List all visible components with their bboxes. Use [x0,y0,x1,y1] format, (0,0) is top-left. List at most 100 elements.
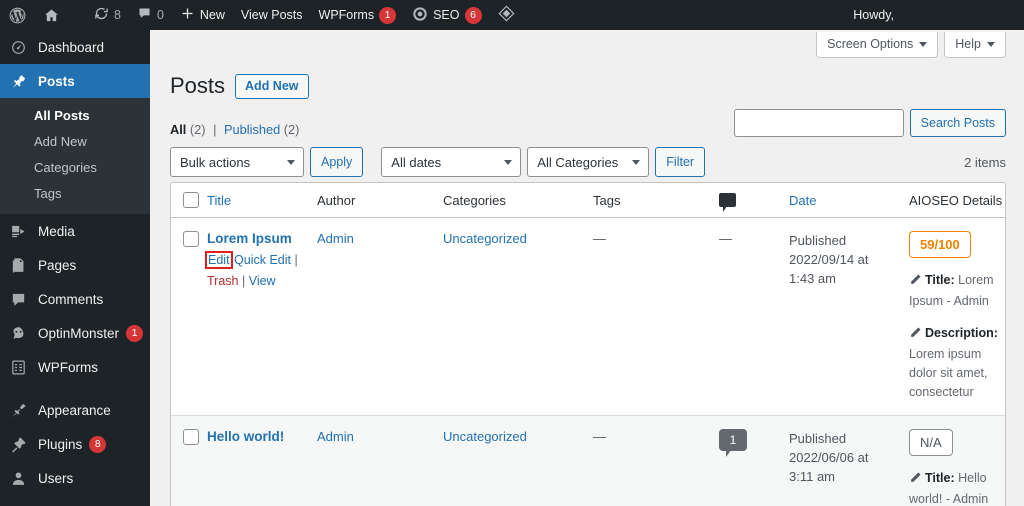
view-link[interactable]: View [249,274,276,288]
add-new-button[interactable]: Add New [235,73,309,99]
sidebar-item-label: Appearance [38,402,111,418]
view-link-published[interactable]: Published [224,122,280,137]
category-link[interactable]: Uncategorized [443,429,527,444]
adminbar-seo-label: SEO [433,8,460,22]
page-title-wrap: Posts Add New [170,72,309,101]
adminbar-seo-menu[interactable]: SEO 6 [404,0,489,30]
items-count: 2 items [964,154,1006,170]
screen-options-label: Screen Options [827,37,914,51]
tags-value: — [593,429,606,444]
apply-button[interactable]: Apply [310,147,364,177]
column-header-title[interactable]: Title [207,183,317,218]
column-header-categories: Categories [443,183,593,218]
howdy-greeting[interactable]: Howdy, [853,0,1024,30]
sidebar-item-label: Pages [38,257,77,273]
quick-edit-link[interactable]: Quick Edit [234,253,291,267]
sidebar-item-dashboard[interactable]: Dashboard [0,30,150,64]
column-header-date-link[interactable]: Date [789,193,816,208]
pencil-icon [909,471,922,490]
column-header-date[interactable]: Date [789,183,899,218]
search-form: Search Posts [733,109,1006,137]
aioseo-icon [412,6,428,25]
tags-value: — [593,231,606,246]
help-button[interactable]: Help [944,32,1006,58]
screen-options-button[interactable]: Screen Options [816,32,939,58]
comment-count-bubble[interactable]: 1 [719,429,747,457]
sidebar-item-media[interactable]: Media [0,214,150,248]
pencil-icon [909,326,922,345]
date-filter-select[interactable]: All dates [381,147,522,177]
row-author-cell: Admin [317,217,443,416]
wordpress-logo-icon [8,6,27,25]
seo-score-badge[interactable]: 59/100 [909,231,971,258]
seo-description-value: Lorem ipsum dolor sit amet, consectetur [909,347,988,399]
author-link[interactable]: Admin [317,429,354,444]
adminbar-comments-link[interactable]: 0 [129,0,172,30]
search-input[interactable] [733,109,904,137]
column-header-aioseo: AIOSEO Details [899,183,1005,218]
sidebar-item-optinmonster[interactable]: OptinMonster 1 [0,316,150,350]
sidebar-item-comments[interactable]: Comments [0,282,150,316]
posts-table: Title Author Categories Tags Date AIOSEO… [171,183,1005,506]
dashboard-icon [10,39,32,56]
seo-title-block: Title: Lorem Ipsum - Admin [909,271,1005,311]
new-content-menu[interactable]: New [172,0,233,30]
seo-description-block: Description: Lorem ipsum dolor sit amet,… [909,324,1005,402]
updates-icon [94,6,109,24]
date-status: Published [789,233,847,248]
bulk-actions-select[interactable]: Bulk actions [170,147,304,177]
row-comments-cell: 1 [719,415,789,506]
sidebar-item-plugins[interactable]: Plugins 8 [0,427,150,461]
users-icon [10,470,32,487]
adminbar-wpforms-menu[interactable]: WPForms 1 [311,0,405,30]
sidebar-item-label: WPForms [38,359,98,375]
sidebar-item-posts[interactable]: Posts [0,64,158,98]
row-author-cell: Admin [317,415,443,506]
plugins-icon [10,436,32,453]
edit-link[interactable]: Edit [208,253,230,267]
column-header-title-link[interactable]: Title [207,193,231,208]
search-posts-button[interactable]: Search Posts [909,109,1006,137]
sidebar-item-add-new-post[interactable]: Add New [0,129,150,155]
sidebar-item-wpforms[interactable]: WPForms [0,350,150,384]
category-filter-select[interactable]: All Categories [527,147,650,177]
sidebar-item-tags[interactable]: Tags [0,181,150,207]
screen-meta-links: Screen Options Help [816,32,1006,58]
wp-logo-menu[interactable] [0,0,35,30]
post-title-link[interactable]: Lorem Ipsum [207,231,292,246]
category-link[interactable]: Uncategorized [443,231,527,246]
sidebar-item-appearance[interactable]: Appearance [0,393,150,427]
sidebar-item-users[interactable]: Users [0,461,150,495]
filter-button[interactable]: Filter [655,147,706,177]
category-filter-value: All Categories [537,154,619,170]
adminbar-extra-menu[interactable] [490,0,523,30]
adminbar-wpforms-badge: 1 [379,6,397,24]
row-checkbox[interactable] [183,429,199,445]
updates-link[interactable]: 8 [86,0,129,30]
sidebar-item-pages[interactable]: Pages [0,248,150,282]
row-select-cell [171,217,207,416]
sidebar-badge-plugins: 8 [89,435,107,453]
date-filter-value: All dates [391,154,442,170]
sidebar-item-all-posts[interactable]: All Posts [0,103,150,129]
sidebar-separator [0,384,150,393]
sidebar-item-categories[interactable]: Categories [0,155,150,181]
select-all-header [171,183,207,218]
site-home-link[interactable] [35,0,68,30]
chevron-down-icon [632,160,641,165]
seo-title-block: Title: Hello world! - Admin [909,469,1005,506]
media-icon [10,223,32,240]
view-posts-link[interactable]: View Posts [233,0,311,30]
date-line-1: 2022/06/06 at [789,450,869,465]
seo-score-badge[interactable]: N/A [909,429,953,456]
view-link-all[interactable]: All [170,122,186,137]
sidebar-item-label: Comments [38,291,104,307]
sidebar-badge-optinmonster: 1 [126,324,144,342]
row-checkbox[interactable] [183,231,199,247]
select-all-checkbox[interactable] [183,192,199,208]
post-title-link[interactable]: Hello world! [207,429,284,444]
column-header-author: Author [317,183,443,218]
trash-link[interactable]: Trash [207,274,239,288]
author-link[interactable]: Admin [317,231,354,246]
row-aioseo-cell: N/A Title: Hello world! - Admin Descript… [899,415,1005,506]
